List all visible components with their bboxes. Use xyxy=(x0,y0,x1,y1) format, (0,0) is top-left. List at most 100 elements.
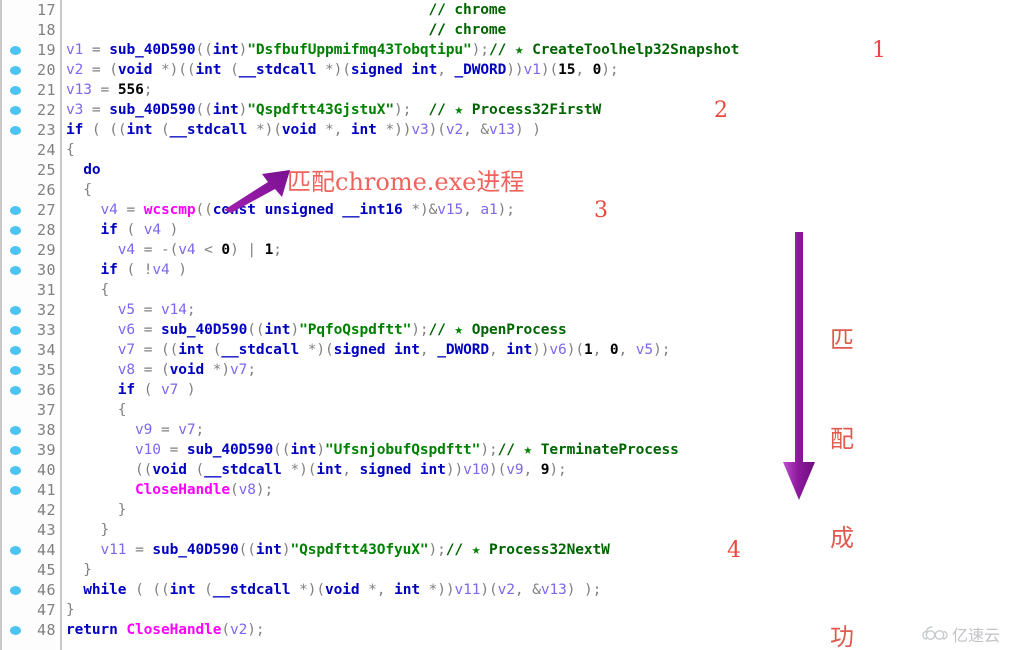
code-line-40[interactable]: ((void (__stdcall *)(int, signed int))v1… xyxy=(66,460,567,480)
code-line-24[interactable]: { xyxy=(66,140,75,160)
breakpoint-dot-icon[interactable] xyxy=(10,446,21,455)
gutter-row-31[interactable]: 31 xyxy=(0,280,62,300)
code-line-26[interactable]: { xyxy=(66,180,92,200)
line-number: 19 xyxy=(36,41,56,59)
gutter-row-46[interactable]: 46 xyxy=(0,580,62,600)
gutter-row-22[interactable]: 22 xyxy=(0,100,62,120)
gutter-row-21[interactable]: 21 xyxy=(0,80,62,100)
code-line-29[interactable]: v4 = -(v4 < 0) | 1; xyxy=(66,240,282,260)
gutter-row-38[interactable]: 38 xyxy=(0,420,62,440)
gutter-row-40[interactable]: 40 xyxy=(0,460,62,480)
code-line-20[interactable]: v2 = (void *)((int (__stdcall *)(signed … xyxy=(66,60,619,80)
gutter-row-48[interactable]: 48 xyxy=(0,620,62,640)
breakpoint-dot-icon[interactable] xyxy=(10,586,21,595)
breakpoint-dot-icon[interactable] xyxy=(10,66,21,75)
gutter-row-42[interactable]: 42 xyxy=(0,500,62,520)
gutter-row-39[interactable]: 39 xyxy=(0,440,62,460)
code-line-35[interactable]: v8 = (void *)v7; xyxy=(66,360,256,380)
breakpoint-dot-icon[interactable] xyxy=(10,126,21,135)
code-line-41[interactable]: CloseHandle(v8); xyxy=(66,480,273,500)
gutter-row-23[interactable]: 23 xyxy=(0,120,62,140)
breakpoint-dot-icon[interactable] xyxy=(10,86,21,95)
line-number: 41 xyxy=(36,481,56,499)
breakpoint-dot-icon[interactable] xyxy=(10,246,21,255)
breakpoint-dot-icon[interactable] xyxy=(10,346,21,355)
gutter-row-26[interactable]: 26 xyxy=(0,180,62,200)
gutter-row-44[interactable]: 44 xyxy=(0,540,62,560)
code-line-23[interactable]: if ( ((int (__stdcall *)(void *, int *))… xyxy=(66,120,541,140)
gutter-row-37[interactable]: 37 xyxy=(0,400,62,420)
gutter-row-18[interactable]: 18 xyxy=(0,20,62,40)
watermark-text: 亿速云 xyxy=(952,626,1001,645)
line-number: 22 xyxy=(36,101,56,119)
line-number: 20 xyxy=(36,61,56,79)
code-line-22[interactable]: v3 = sub_40D590((int)"Qspdftt43GjstuX");… xyxy=(66,100,601,120)
code-line-18[interactable]: // chrome xyxy=(66,20,506,40)
breakpoint-dot-icon[interactable] xyxy=(10,466,21,475)
breakpoint-dot-icon[interactable] xyxy=(10,106,21,115)
gutter-row-43[interactable]: 43 xyxy=(0,520,62,540)
breakpoint-dot-icon[interactable] xyxy=(10,206,21,215)
code-line-37[interactable]: { xyxy=(66,400,127,420)
code-line-32[interactable]: v5 = v14; xyxy=(66,300,196,320)
code-line-39[interactable]: v10 = sub_40D590((int)"UfsnjobufQspdftt"… xyxy=(66,440,679,460)
trailing-comment-row-0: // chrome xyxy=(428,2,507,18)
code-line-33[interactable]: v6 = sub_40D590((int)"PqfoQspdftt");// ★… xyxy=(66,320,567,340)
breakpoint-dot-icon[interactable] xyxy=(10,226,21,235)
line-number: 28 xyxy=(36,221,56,239)
line-number: 44 xyxy=(36,541,56,559)
gutter-row-30[interactable]: 30 xyxy=(0,260,62,280)
line-number: 36 xyxy=(36,381,56,399)
code-line-25[interactable]: do xyxy=(66,160,100,180)
breakpoint-dot-icon[interactable] xyxy=(10,46,21,55)
breakpoint-dot-icon[interactable] xyxy=(10,486,21,495)
line-number: 35 xyxy=(36,361,56,379)
breakpoint-dot-icon[interactable] xyxy=(10,366,21,375)
breakpoint-dot-icon[interactable] xyxy=(10,326,21,335)
marker-number-3: 3 xyxy=(594,198,608,223)
code-line-21[interactable]: v13 = 556; xyxy=(66,80,152,100)
code-line-45[interactable]: } xyxy=(66,560,92,580)
breakpoint-dot-icon[interactable] xyxy=(10,426,21,435)
gutter-row-35[interactable]: 35 xyxy=(0,360,62,380)
gutter-row-17[interactable]: 17 xyxy=(0,0,62,20)
code-line-34[interactable]: v7 = ((int (__stdcall *)(signed int, _DW… xyxy=(66,340,671,360)
line-number: 17 xyxy=(36,1,56,19)
code-line-48[interactable]: return CloseHandle(v2); xyxy=(66,620,265,640)
code-line-28[interactable]: if ( v4 ) xyxy=(66,220,179,240)
gutter-row-33[interactable]: 33 xyxy=(0,320,62,340)
code-line-42[interactable]: } xyxy=(66,500,127,520)
breakpoint-dot-icon[interactable] xyxy=(10,306,21,315)
code-line-38[interactable]: v9 = v7; xyxy=(66,420,204,440)
gutter-row-24[interactable]: 24 xyxy=(0,140,62,160)
gutter-row-45[interactable]: 45 xyxy=(0,560,62,580)
breakpoint-dot-icon[interactable] xyxy=(10,386,21,395)
gutter-row-41[interactable]: 41 xyxy=(0,480,62,500)
code-line-47[interactable]: } xyxy=(66,600,75,620)
gutter-row-32[interactable]: 32 xyxy=(0,300,62,320)
gutter-row-36[interactable]: 36 xyxy=(0,380,62,400)
code-line-31[interactable]: { xyxy=(66,280,110,300)
breakpoint-dot-icon[interactable] xyxy=(10,546,21,555)
gutter-row-34[interactable]: 34 xyxy=(0,340,62,360)
line-number: 23 xyxy=(36,121,56,139)
line-number: 21 xyxy=(36,81,56,99)
gutter-row-25[interactable]: 25 xyxy=(0,160,62,180)
gutter-row-19[interactable]: 19 xyxy=(0,40,62,60)
code-line-19[interactable]: v1 = sub_40D590((int)"DsfbufUppmifmq43To… xyxy=(66,40,739,60)
code-line-46[interactable]: while ( ((int (__stdcall *)(void *, int … xyxy=(66,580,601,600)
line-number: 29 xyxy=(36,241,56,259)
line-number: 26 xyxy=(36,181,56,199)
code-line-43[interactable]: } xyxy=(66,520,110,540)
code-line-30[interactable]: if ( !v4 ) xyxy=(66,260,187,280)
gutter-row-27[interactable]: 27 xyxy=(0,200,62,220)
gutter-row-28[interactable]: 28 xyxy=(0,220,62,240)
gutter-row-29[interactable]: 29 xyxy=(0,240,62,260)
line-number: 32 xyxy=(36,301,56,319)
code-line-44[interactable]: v11 = sub_40D590((int)"Qspdftt43OfyuX");… xyxy=(66,540,610,560)
gutter-row-20[interactable]: 20 xyxy=(0,60,62,80)
code-line-36[interactable]: if ( v7 ) xyxy=(66,380,196,400)
breakpoint-dot-icon[interactable] xyxy=(10,266,21,275)
gutter-row-47[interactable]: 47 xyxy=(0,600,62,620)
breakpoint-dot-icon[interactable] xyxy=(10,626,21,635)
